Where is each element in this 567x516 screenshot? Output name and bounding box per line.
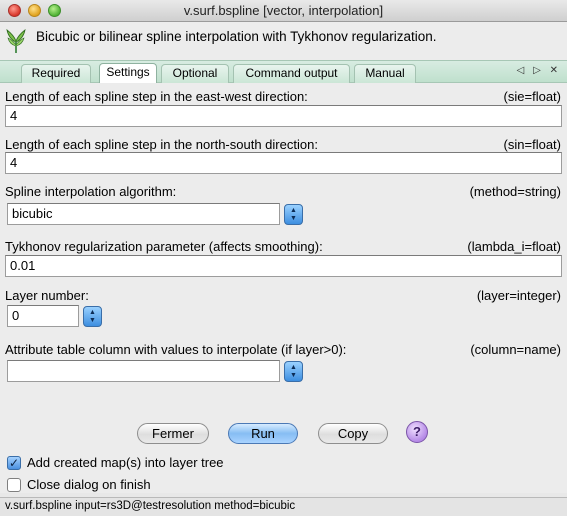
close-on-finish-checkbox[interactable] xyxy=(7,477,21,492)
title-bar: v.surf.bspline [vector, interpolation] xyxy=(0,0,567,22)
method-select[interactable]: bicubic xyxy=(7,203,280,225)
add-to-tree-option[interactable]: ✓ Add created map(s) into layer tree xyxy=(7,454,224,470)
sie-input[interactable]: 4 xyxy=(5,105,562,127)
status-bar: v.surf.bspline input=rs3D@testresolution… xyxy=(0,497,567,516)
sie-label: Length of each spline step in the east-w… xyxy=(5,89,308,104)
column-dropdown-stepper-icon[interactable]: ▲ ▼ xyxy=(284,361,303,382)
close-on-finish-option[interactable]: Close dialog on finish xyxy=(7,476,151,492)
module-header: Bicubic or bilinear spline interpolation… xyxy=(0,22,567,60)
sie-key: (sie=float) xyxy=(503,89,561,104)
tab-optional[interactable]: Optional xyxy=(161,64,229,83)
sin-key: (sin=float) xyxy=(503,137,561,152)
module-description: Bicubic or bilinear spline interpolation… xyxy=(36,29,437,44)
dialog-window: v.surf.bspline [vector, interpolation] B… xyxy=(0,0,567,516)
sin-input[interactable]: 4 xyxy=(5,152,562,174)
copy-button[interactable]: Copy xyxy=(318,423,388,444)
layer-spinner[interactable]: 0 xyxy=(7,305,79,327)
lambda-input[interactable]: 0.01 xyxy=(5,255,562,277)
method-label: Spline interpolation algorithm: xyxy=(5,184,177,199)
grass-icon xyxy=(6,29,26,53)
tab-navigation-icons[interactable]: ◁ ▷ ✕ xyxy=(517,65,561,76)
column-label: Attribute table column with values to in… xyxy=(5,342,347,357)
method-dropdown-stepper-icon[interactable]: ▲ ▼ xyxy=(284,204,303,225)
tab-manual[interactable]: Manual xyxy=(354,64,416,83)
run-button[interactable]: Run xyxy=(228,423,298,444)
tab-settings[interactable]: Settings xyxy=(99,63,157,83)
layer-stepper-icon[interactable]: ▲ ▼ xyxy=(83,306,102,327)
lambda-label: Tykhonov regularization parameter (affec… xyxy=(5,239,323,254)
lambda-key: (lambda_i=float) xyxy=(467,239,561,254)
help-button[interactable]: ? xyxy=(406,421,428,443)
column-key: (column=name) xyxy=(470,342,561,357)
tab-required[interactable]: Required xyxy=(21,64,91,83)
layer-label: Layer number: xyxy=(5,288,89,303)
tab-bar: Required Settings Optional Command outpu… xyxy=(0,60,567,83)
tab-command-output[interactable]: Command output xyxy=(233,64,350,83)
sin-label: Length of each spline step in the north-… xyxy=(5,137,318,152)
window-title: v.surf.bspline [vector, interpolation] xyxy=(183,3,384,18)
close-button[interactable]: Fermer xyxy=(137,423,209,444)
method-key: (method=string) xyxy=(469,184,561,199)
close-on-finish-label: Close dialog on finish xyxy=(27,477,151,493)
layer-key: (layer=integer) xyxy=(476,288,561,303)
add-to-tree-label: Add created map(s) into layer tree xyxy=(27,455,224,471)
add-to-tree-checkbox[interactable]: ✓ xyxy=(7,455,21,470)
column-select[interactable] xyxy=(7,360,280,382)
